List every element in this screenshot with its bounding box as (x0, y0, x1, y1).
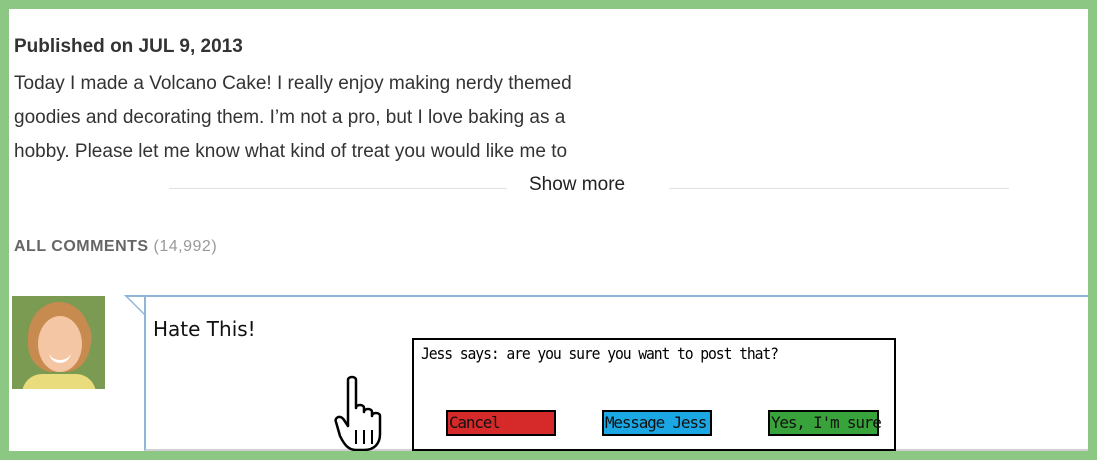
comments-heading-label: ALL COMMENTS (14, 238, 149, 255)
description-line: Today I made a Volcano Cake! I really en… (14, 73, 572, 94)
hand-pointer-icon (334, 375, 382, 451)
video-description: Today I made a Volcano Cake! I really en… (14, 67, 714, 169)
divider-left (169, 188, 507, 189)
comment-input-text: Hate This! (153, 317, 256, 341)
message-jess-button[interactable]: Message Jess (602, 410, 712, 436)
divider-right (669, 188, 1009, 189)
avatar-face (38, 316, 82, 372)
confirm-post-button[interactable]: Yes, I'm sure (768, 410, 882, 436)
comments-count: (14,992) (153, 238, 218, 255)
confirm-post-dialog: Jess says: are you sure you want to post… (412, 338, 896, 451)
dialog-message: Jess says: are you sure you want to post… (421, 344, 779, 363)
avatar[interactable] (12, 296, 105, 389)
video-page-panel: Published on JUL 9, 2013 Today I made a … (9, 9, 1088, 451)
avatar-shirt (22, 374, 96, 389)
show-more-button[interactable]: Show more (529, 174, 625, 196)
comments-heading: ALL COMMENTS (14,992) (14, 238, 217, 256)
description-line: hobby. Please let me know what kind of t… (14, 141, 568, 162)
cancel-button[interactable]: Cancel (446, 410, 556, 436)
description-line: goodies and decorating them. I’m not a p… (14, 107, 566, 128)
published-date: Published on JUL 9, 2013 (14, 36, 243, 57)
